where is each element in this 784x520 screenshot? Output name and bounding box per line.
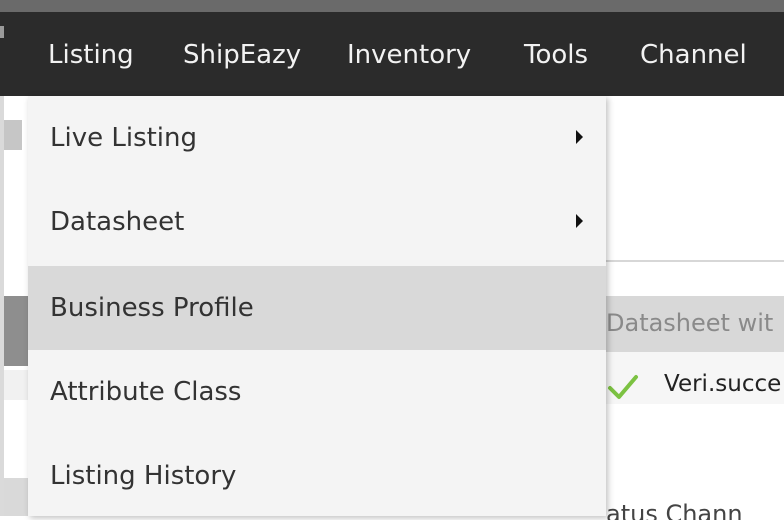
menu-item-datasheet[interactable]: Datasheet — [28, 180, 606, 264]
table-header-text: Datasheet wit — [606, 309, 774, 337]
menu-item-label: Attribute Class — [50, 377, 242, 407]
menu-item-live-listing[interactable]: Live Listing — [28, 96, 606, 180]
nav-item-listing[interactable]: Listing — [48, 40, 134, 70]
menu-item-label: Live Listing — [50, 123, 198, 153]
background-fragment — [4, 120, 22, 150]
background-sidebar-block — [4, 296, 28, 366]
nav-item-shipeazy[interactable]: ShipEazy — [183, 40, 301, 70]
background-sidebar-row — [4, 478, 28, 516]
menu-item-label: Listing History — [50, 461, 237, 491]
main-navbar: Listing ShipEazy Inventory Tools Channel — [0, 12, 784, 96]
success-status-text: Veri.succe — [664, 371, 782, 397]
caret-right-icon — [576, 130, 583, 144]
background-sidebar-row — [4, 370, 28, 400]
nav-item-inventory[interactable]: Inventory — [347, 40, 471, 70]
menu-item-business-profile[interactable]: Business Profile — [28, 266, 606, 350]
nav-item-tools[interactable]: Tools — [524, 40, 588, 70]
content-divider — [606, 260, 784, 262]
check-icon — [608, 375, 638, 399]
menu-item-listing-history[interactable]: Listing History — [28, 434, 606, 516]
nav-edge-fragment — [0, 26, 4, 38]
menu-item-attribute-class[interactable]: Attribute Class — [28, 350, 606, 434]
nav-item-channel[interactable]: Channel — [640, 40, 747, 70]
menu-item-label: Datasheet — [50, 207, 185, 237]
listing-dropdown-menu: Live Listing Datasheet Business Profile … — [28, 96, 606, 516]
table-column-header-fragment: atus Chann — [606, 500, 743, 520]
window-top-strip — [0, 0, 784, 12]
menu-item-label: Business Profile — [50, 293, 254, 323]
caret-right-icon — [576, 214, 583, 228]
